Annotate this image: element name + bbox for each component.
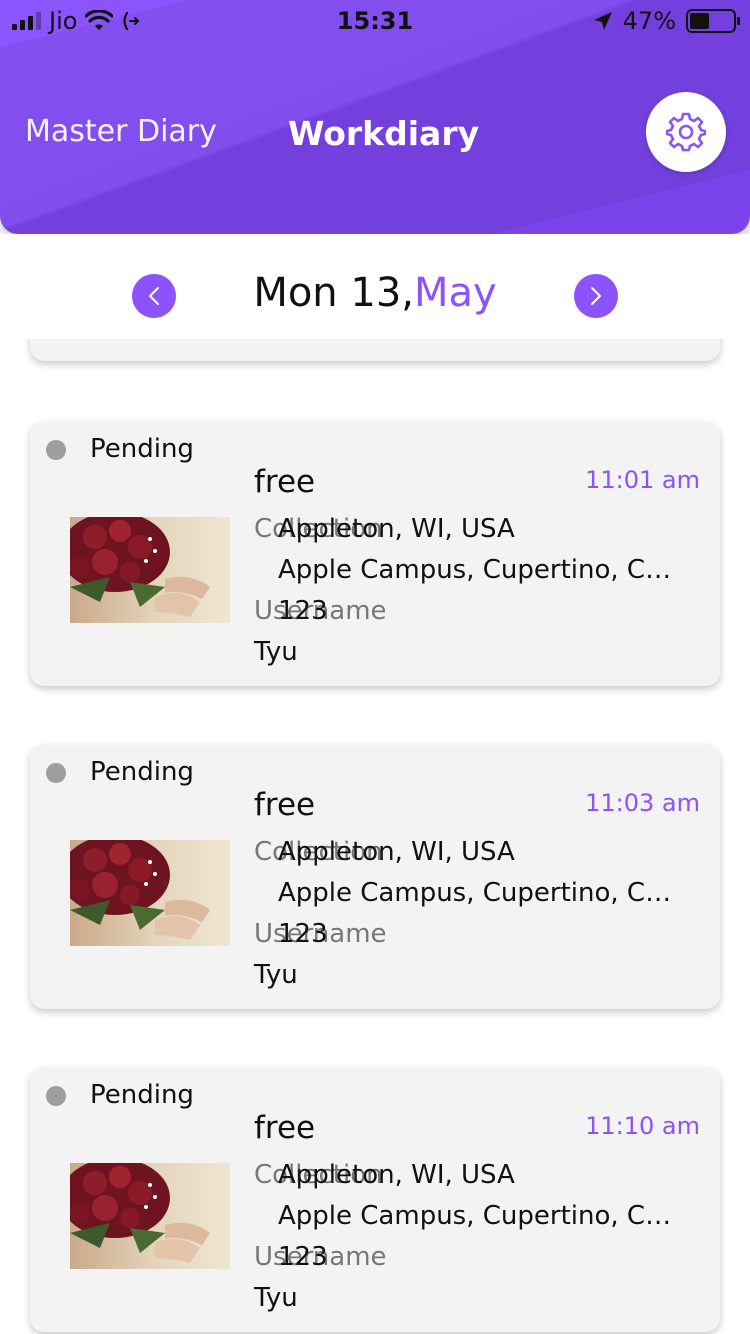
entry-title: free <box>254 1110 316 1146</box>
entry-title: free <box>254 464 316 500</box>
bouquet-photo <box>70 1163 230 1269</box>
entry-number: 123 <box>278 596 328 626</box>
entry-city: Appleton, WI, USA <box>278 514 515 544</box>
entry-card-partial[interactable] <box>30 339 720 361</box>
battery-icon <box>686 9 740 33</box>
status-dot <box>46 440 66 460</box>
entry-title: free <box>254 787 316 823</box>
status-dot <box>46 763 66 783</box>
chevron-right-icon <box>591 287 601 305</box>
bouquet-photo <box>70 840 230 946</box>
entry-address: Apple Campus, Cupertino, CA... <box>278 1201 678 1231</box>
location-arrow-icon <box>593 12 612 30</box>
entry-time: 11:10 am <box>585 1112 700 1140</box>
entry-city: Appleton, WI, USA <box>278 837 515 867</box>
battery-percent: 47% <box>622 7 676 35</box>
entry-number: 123 <box>278 1242 328 1272</box>
date-day: Mon 13, <box>253 270 414 316</box>
entry-name: Tyu <box>254 960 298 990</box>
next-day-button[interactable] <box>574 274 618 318</box>
app-header: Jio 15:31 47% Master Diary Workdiary <box>0 0 750 234</box>
entry-status: Pending <box>90 757 194 787</box>
entry-status: Pending <box>90 1080 194 1110</box>
entry-address: Apple Campus, Cupertino, CA... <box>278 555 678 585</box>
entry-name: Tyu <box>254 637 298 667</box>
entry-status: Pending <box>90 434 194 464</box>
entry-number: 123 <box>278 919 328 949</box>
settings-button[interactable] <box>646 92 726 172</box>
entry-time: 11:03 am <box>585 789 700 817</box>
entry-address: Apple Campus, Cupertino, CA... <box>278 878 678 908</box>
gear-icon <box>666 112 706 152</box>
status-bar: Jio 15:31 47% <box>0 0 750 40</box>
entry-card[interactable]: Pending free 11:01 am Collection Appleto… <box>30 422 720 686</box>
date-navigator: Mon 13,May <box>0 234 750 339</box>
entry-time: 11:01 am <box>585 466 700 494</box>
status-right: 47% <box>593 7 740 35</box>
current-date: Mon 13,May <box>0 270 750 316</box>
status-dot <box>46 1086 66 1106</box>
tab-workdiary[interactable]: Workdiary <box>288 114 479 153</box>
entry-card[interactable]: Pending free 11:03 am Collection Appleto… <box>30 745 720 1009</box>
tab-master-diary[interactable]: Master Diary <box>25 114 217 149</box>
entry-city: Appleton, WI, USA <box>278 1160 515 1190</box>
entry-name: Tyu <box>254 1283 298 1313</box>
bouquet-photo <box>70 517 230 623</box>
entry-list[interactable]: Pending free 11:01 am Collection Appleto… <box>0 339 750 1334</box>
entry-card[interactable]: Pending free 11:10 am Collection Appleto… <box>30 1068 720 1332</box>
date-month: May <box>413 270 497 316</box>
